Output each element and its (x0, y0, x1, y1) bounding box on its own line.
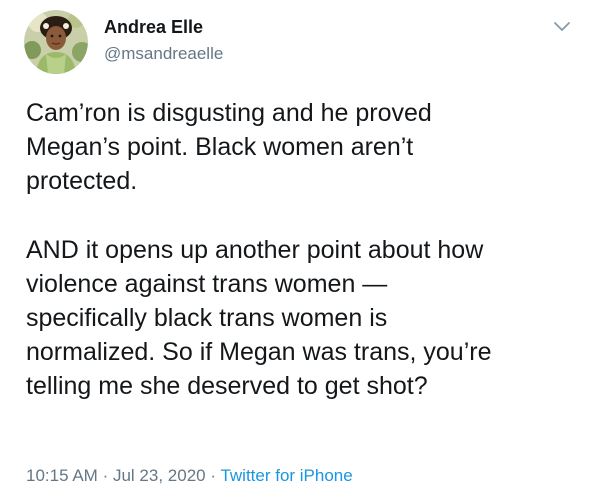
tweet-line: violence against trans women — (26, 269, 388, 298)
avatar[interactable] (24, 10, 88, 74)
tweet-time[interactable]: 10:15 AM (26, 466, 98, 485)
tweet-line: AND it opens up another point about how (26, 235, 484, 264)
tweet-date[interactable]: Jul 23, 2020 (113, 466, 206, 485)
chevron-down-icon[interactable] (550, 14, 574, 38)
avatar-image (24, 10, 88, 74)
tweet-paragraph: AND it opens up another point about how … (26, 233, 586, 404)
tweet-line: Megan’s point. Black women aren’t (26, 133, 414, 162)
tweet-card: Andrea Elle @msandreaelle Cam’ron is dis… (0, 0, 595, 504)
tweet-line: specifically black trans women is (26, 304, 388, 333)
author-handle[interactable]: @msandreaelle (104, 44, 223, 64)
author-display-name[interactable]: Andrea Elle (104, 17, 203, 38)
tweet-line: telling me she deserved to get shot? (26, 372, 428, 401)
tweet-source-link[interactable]: Twitter for iPhone (220, 466, 352, 485)
tweet-text: Cam’ron is disgusting and he proved Mega… (26, 96, 586, 404)
meta-separator: · (210, 466, 217, 485)
meta-separator: · (102, 466, 109, 485)
tweet-line: Cam’ron is disgusting and he proved (26, 99, 432, 127)
tweet-line: normalized. So if Megan was trans, you’r… (26, 338, 492, 367)
tweet-paragraph: Cam’ron is disgusting and he proved Mega… (26, 96, 586, 199)
tweet-meta: 10:15 AM · Jul 23, 2020 · Twitter for iP… (26, 466, 353, 486)
tweet-line: protected. (26, 167, 138, 196)
